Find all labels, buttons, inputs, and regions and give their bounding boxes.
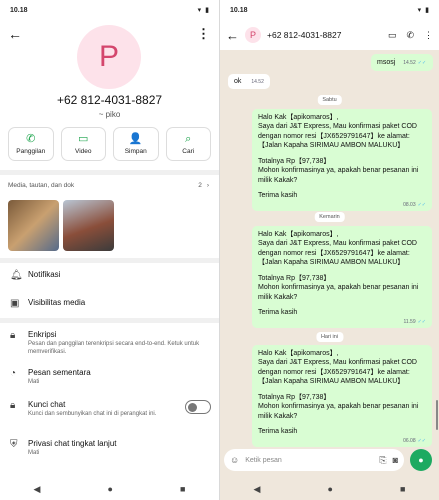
wifi-icon: ▾: [197, 7, 202, 14]
contact-alias: ~ piko: [98, 110, 121, 119]
status-time: 10.18: [230, 6, 248, 14]
chat-screen: 10.18 ▾ ▮ ← P +62 812-4031-8827 ▭ ✆ ⋮ mso…: [220, 0, 439, 500]
read-ticks-icon: ✓✓: [417, 318, 426, 325]
avatar: P: [77, 25, 141, 89]
media-count: 2: [198, 182, 202, 189]
video-icon: ▭: [78, 132, 89, 145]
timer-icon: ◔: [10, 368, 17, 379]
message-input[interactable]: Ketik pesan: [245, 457, 373, 464]
back-arrow-icon[interactable]: ←: [226, 28, 239, 43]
nav-home-icon[interactable]: ●: [108, 484, 113, 494]
chat-lock-toggle[interactable]: [185, 400, 211, 414]
lock-icon: 🔒︎: [10, 330, 16, 341]
nav-home-icon[interactable]: ●: [328, 484, 333, 494]
more-options-icon[interactable]: ⋮: [424, 30, 433, 41]
more-options-icon[interactable]: ⋮: [197, 26, 210, 42]
back-arrow-icon[interactable]: ←: [8, 26, 22, 42]
camera-icon[interactable]: ◙: [393, 455, 398, 465]
contact-phone: +62 812-4031-8827: [56, 93, 163, 107]
read-ticks-icon: ✓✓: [417, 437, 426, 444]
status-bar: 10.18 ▾ ▮: [220, 0, 439, 20]
phone-icon: ✆: [26, 132, 36, 145]
battery-icon: ▮: [425, 7, 429, 14]
video-button[interactable]: ▭ Video: [60, 127, 106, 161]
scrollbar[interactable]: [436, 400, 438, 430]
media-thumbnail[interactable]: [63, 200, 114, 251]
phone-icon[interactable]: ✆: [406, 30, 414, 41]
sticker-icon[interactable]: ☺: [230, 455, 239, 465]
chevron-right-icon: ›: [206, 182, 209, 189]
message-composer[interactable]: ☺ Ketik pesan ⎘ ◙: [224, 449, 404, 471]
message-outgoing[interactable]: Halo Kak【apikomaros】, Saya dari J&T Expr…: [252, 109, 432, 211]
shield-icon: ⛨: [10, 439, 18, 450]
read-ticks-icon: ✓✓: [417, 201, 426, 208]
message-outgoing[interactable]: Halo Kak【apikomaros】, Saya dari J&T Expr…: [252, 226, 432, 328]
image-icon: ▣: [10, 298, 20, 309]
chat-title[interactable]: +62 812-4031-8827: [267, 30, 378, 40]
video-call-icon[interactable]: ▭: [388, 30, 397, 41]
system-nav-bar: ◀ ● ■: [0, 478, 219, 500]
chat-header: ← P +62 812-4031-8827 ▭ ✆ ⋮: [220, 20, 439, 50]
settings-encryption[interactable]: 🔒︎ Enkripsi Pesan dan panggilan terenkrip…: [0, 330, 219, 357]
mic-button[interactable]: ●: [410, 449, 432, 471]
battery-icon: ▮: [205, 7, 209, 14]
date-divider: Kemarin: [314, 212, 345, 222]
date-divider: Hari ini: [315, 332, 344, 342]
search-button[interactable]: ⌕ Cari: [165, 127, 211, 161]
system-nav-bar: ◀ ● ■: [220, 478, 439, 500]
settings-notifications[interactable]: 🔔︎ Notifikasi: [0, 270, 219, 281]
mic-icon: ●: [418, 455, 424, 465]
settings-media-visibility[interactable]: ▣ Visibilitas media: [0, 298, 219, 309]
wifi-icon: ▾: [417, 7, 422, 14]
chat-lock-icon: 🔒︎: [10, 400, 16, 411]
nav-back-icon[interactable]: ◀: [34, 484, 41, 495]
media-header[interactable]: Media, tautan, dan dok 2 ›: [8, 182, 209, 189]
save-contact-button[interactable]: 👤 Simpan: [113, 127, 159, 161]
read-ticks-icon: ✓✓: [417, 60, 427, 66]
status-bar: 10.18 ▾ ▮: [0, 0, 219, 20]
search-icon: ⌕: [185, 132, 192, 145]
settings-advanced-privacy[interactable]: ⛨ Privasi chat tingkat lanjut Mati: [0, 439, 219, 458]
attach-icon[interactable]: ⎘: [379, 455, 386, 466]
nav-recents-icon[interactable]: ■: [400, 484, 405, 494]
message-outgoing[interactable]: Halo Kak【apikomaros】, Saya dari J&T Expr…: [252, 345, 432, 447]
status-time: 10.18: [10, 6, 28, 14]
bell-icon: 🔔︎: [10, 270, 23, 281]
message-incoming[interactable]: ok 14.52: [228, 74, 270, 89]
media-thumbnail[interactable]: [8, 200, 59, 251]
nav-recents-icon[interactable]: ■: [180, 484, 185, 494]
message-outgoing[interactable]: msosj 14.52 ✓✓: [371, 54, 433, 72]
add-contact-icon: 👤: [128, 132, 143, 145]
contact-info-screen: 10.18 ▾ ▮ ← ⋮ P +62 812-4031-8827 ~ piko …: [0, 0, 219, 500]
date-divider: Sabtu: [317, 95, 342, 105]
call-button[interactable]: ✆ Panggilan: [8, 127, 54, 161]
settings-disappearing[interactable]: ◔ Pesan sementara Mati: [0, 368, 219, 387]
avatar[interactable]: P: [245, 27, 261, 43]
nav-back-icon[interactable]: ◀: [254, 484, 261, 495]
